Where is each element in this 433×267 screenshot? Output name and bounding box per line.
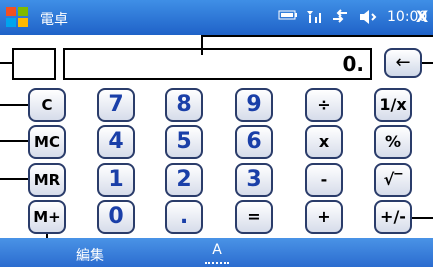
divide-button[interactable]: ÷ xyxy=(305,88,343,122)
signal-icon[interactable] xyxy=(305,9,323,29)
app-title: 電卓 xyxy=(40,12,68,28)
digit-8-button[interactable]: 8 xyxy=(165,88,203,122)
callout-line-memory-clear xyxy=(0,140,28,142)
input-panel-underline xyxy=(205,260,229,264)
digit-5-button[interactable]: 5 xyxy=(165,125,203,159)
start-icon[interactable] xyxy=(4,5,30,30)
decimal-button[interactable]: . xyxy=(165,200,203,234)
equals-button[interactable]: = xyxy=(235,200,273,234)
memory-clear-button[interactable]: MC xyxy=(28,125,66,159)
callout-line-display-v xyxy=(201,35,203,55)
connectivity-icon[interactable] xyxy=(330,9,350,29)
digit-1-button[interactable]: 1 xyxy=(97,163,135,197)
clear-button[interactable]: C xyxy=(28,88,66,122)
memory-indicator xyxy=(12,48,56,80)
square-root-button[interactable]: √‾ xyxy=(374,163,412,197)
callout-line-clear xyxy=(0,104,28,106)
percent-button[interactable]: % xyxy=(374,125,412,159)
callout-line-memory-recall xyxy=(0,178,28,180)
battery-icon[interactable] xyxy=(278,9,298,25)
subtract-button[interactable]: - xyxy=(305,163,343,197)
close-button[interactable]: X xyxy=(413,7,431,27)
backspace-button[interactable]: ← xyxy=(384,48,422,78)
multiply-button[interactable]: x xyxy=(305,125,343,159)
volume-icon[interactable] xyxy=(358,9,378,29)
callout-line-display-h xyxy=(201,35,433,37)
reciprocal-button[interactable]: 1/x xyxy=(374,88,412,122)
result-display: 0. xyxy=(63,48,372,80)
digit-0-button[interactable]: 0 xyxy=(97,200,135,234)
digit-2-button[interactable]: 2 xyxy=(165,163,203,197)
edit-menu[interactable]: 編集 xyxy=(76,245,104,265)
menu-bar: 編集 A xyxy=(0,238,433,267)
add-button[interactable]: + xyxy=(305,200,343,234)
title-bar: 電卓 10:00 X xyxy=(0,0,433,35)
callout-line-memory-indicator xyxy=(0,62,12,64)
memory-recall-button[interactable]: MR xyxy=(28,163,66,197)
digit-3-button[interactable]: 3 xyxy=(235,163,273,197)
input-panel-icon[interactable]: A xyxy=(205,242,229,262)
callout-line-backspace xyxy=(422,62,433,64)
digit-4-button[interactable]: 4 xyxy=(97,125,135,159)
memory-add-button[interactable]: M+ xyxy=(28,200,66,234)
backspace-icon: ← xyxy=(395,52,411,73)
digit-6-button[interactable]: 6 xyxy=(235,125,273,159)
digit-9-button[interactable]: 9 xyxy=(235,88,273,122)
display-value: 0. xyxy=(342,52,364,76)
callout-line-sign-toggle xyxy=(412,217,433,219)
digit-7-button[interactable]: 7 xyxy=(97,88,135,122)
sign-toggle-button[interactable]: +/- xyxy=(374,200,412,234)
